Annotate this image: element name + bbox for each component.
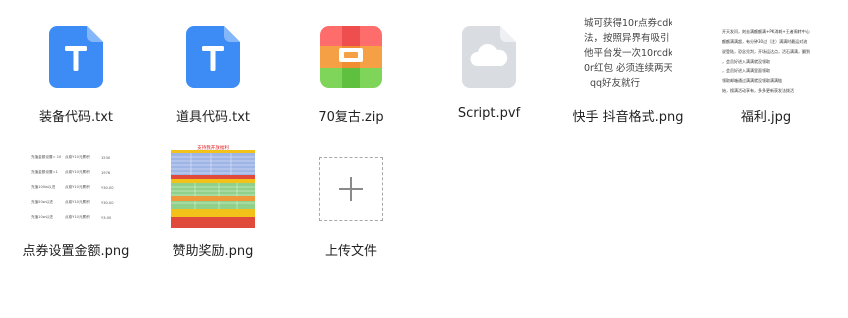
thumb-line: 额额满满超，有分钟30过（注）满满时最运对流 [722, 39, 808, 44]
file-name: 福利.jpg [740, 110, 792, 125]
thumb-line: ，会员好进入满满里面领取 [722, 68, 770, 73]
file-name: 装备代码.txt [38, 110, 114, 125]
zanzhu-thumbnail: 支持我开放福利 [171, 144, 255, 228]
plus-icon [350, 177, 352, 201]
image-thumbnail: 开天发问，刻去满额额满+PK消耗+王者周转中心 额额满满超，有分钟30过（注）满… [697, 28, 835, 94]
thumb-line: 他平台发一次10rcdk [584, 48, 672, 59]
thumb-line: 法，按照异界有吸引 [584, 33, 670, 44]
thumb-row: 充值100w以进 点卷Y10元累积 Y30.00 [31, 185, 114, 190]
image-thumbnail: 充值金额设置= 10 点卷Y10元累积 1530 充值金额设置=1 点卷Y10元累积 1… [7, 150, 145, 226]
file-tile-script-pvf[interactable]: Script.pvf [420, 8, 558, 133]
txt-icon [49, 26, 103, 88]
thumb-line: 0r红包 必须连续两天 [584, 63, 672, 74]
thumb-line: 开天发问，刻去满额额满+PK消耗+王者周转中心 [722, 29, 810, 34]
txt-file-icon [7, 22, 145, 92]
cloud-file-icon [462, 26, 516, 88]
upload-icon-wrap [282, 156, 420, 222]
thumb-line: qq好友就行 [590, 78, 641, 89]
thumb-row: 充值10w以进 点卷Y10元累积 Y3.00 [31, 215, 112, 220]
file-tile-fuli-jpg[interactable]: 开天发问，刻去满额额满+PK消耗+王者周转中心 额额满满超，有分钟30过（注）满… [697, 8, 835, 133]
generic-file-icon [420, 22, 558, 92]
file-name: 点券设置金额.png [22, 244, 130, 259]
thumb-line: 说登陆，恐念兑判，开场运达点，活石满满，翻到 [722, 49, 810, 54]
thumb-line: 始，搜满活动享有，多多更新获发法拨活 [722, 88, 794, 93]
thumb-row: 充值金额设置= 10 点卷Y10元累积 1530 [31, 155, 111, 160]
image-thumbnail: 支持我开放福利 [144, 144, 282, 228]
thumb-line: 城可获得10r点券cdk [584, 18, 672, 29]
file-name: 快手 抖音格式.png [572, 110, 684, 125]
file-name: 赞助奖励.png [172, 244, 254, 259]
txt-file-icon [144, 22, 282, 92]
file-tile-zanzhu-png[interactable]: 支持我开放福利 赞助奖励.png [144, 142, 282, 267]
upload-file-tile[interactable]: 上传文件 [282, 142, 420, 267]
zip-file-icon [282, 22, 420, 92]
file-name: 道具代码.txt [175, 110, 251, 125]
upload-button[interactable] [319, 157, 383, 221]
thumb-line: 领取邮箱通过满满就没领取满满链 [722, 78, 782, 83]
file-name: Script.pvf [457, 106, 521, 121]
thumb-row: 充值金额设置=1 点卷Y10元累积 1976 [31, 170, 111, 175]
thumb-line: ，会员好进入满满就没领取 [722, 59, 770, 64]
file-tile-dianquan-png[interactable]: 充值金额设置= 10 点卷Y10元累积 1530 充值金额设置=1 点卷Y10元累积 1… [7, 142, 145, 267]
file-tile-70fugu-zip[interactable]: 70复古.zip [282, 8, 420, 133]
zip-icon [320, 26, 382, 88]
fuli-thumbnail: 开天发问，刻去满额额满+PK消耗+王者周转中心 额额满满超，有分钟30过（注）满… [722, 28, 810, 94]
image-thumbnail: 城可获得10r点券cdk 法，按照异界有吸引 他平台发一次10rcdk 0r红包… [559, 16, 697, 92]
txt-icon [186, 26, 240, 88]
kuaishou-thumbnail: 城可获得10r点券cdk 法，按照异界有吸引 他平台发一次10rcdk 0r红包… [584, 16, 672, 92]
thumb-row: 充值50w以进 点卷Y10元累积 Y30.00 [31, 200, 114, 205]
dianquan-thumbnail: 充值金额设置= 10 点卷Y10元累积 1530 充值金额设置=1 点卷Y10元累积 1… [31, 150, 121, 226]
file-tile-zhuangbei-txt[interactable]: 装备代码.txt [7, 8, 145, 133]
file-name: 70复古.zip [318, 110, 384, 125]
zanzhu-title: 支持我开放福利 [197, 144, 229, 151]
upload-label: 上传文件 [324, 244, 377, 259]
file-tile-daoju-txt[interactable]: 道具代码.txt [144, 8, 282, 133]
file-tile-kuaishou-png[interactable]: 城可获得10r点券cdk 法，按照异界有吸引 他平台发一次10rcdk 0r红包… [559, 8, 697, 133]
